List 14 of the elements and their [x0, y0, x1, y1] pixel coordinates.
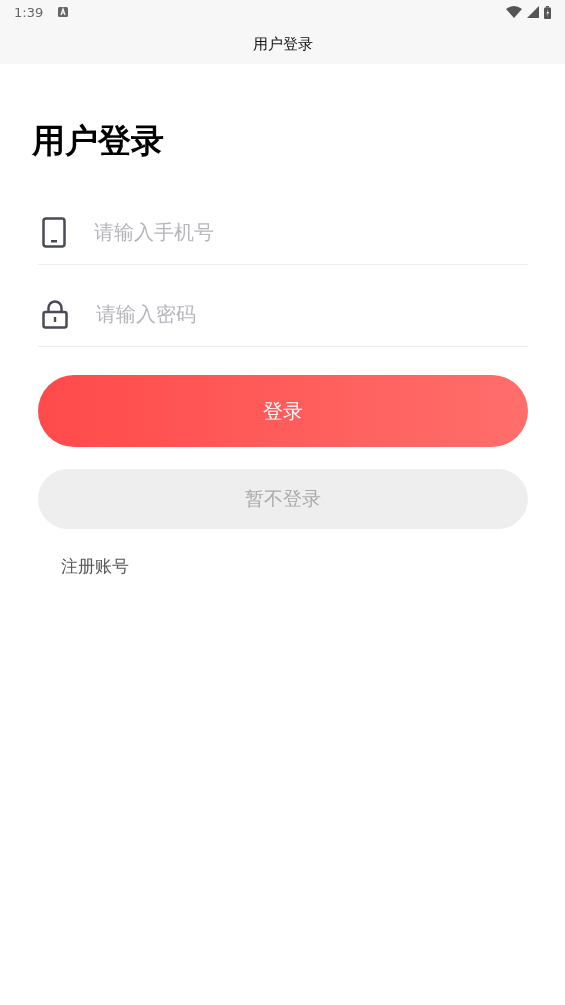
lock-icon	[42, 299, 68, 329]
login-button[interactable]: 登录	[38, 375, 528, 447]
phone-icon	[42, 216, 66, 248]
skip-login-button[interactable]: 暂不登录	[38, 469, 528, 529]
notification-icon	[58, 7, 69, 17]
login-heading: 用户登录	[32, 120, 165, 162]
battery-icon	[544, 5, 551, 19]
wifi-icon	[506, 6, 522, 18]
input-field[interactable]: 请输入手机号	[94, 220, 528, 244]
register-link[interactable]: 注册账号	[61, 555, 129, 578]
screen-title: 用户登录	[252, 34, 313, 54]
status-time: 1:39	[14, 4, 44, 20]
signal-icon	[527, 6, 539, 18]
input-field[interactable]: 请输入密码	[96, 302, 528, 326]
